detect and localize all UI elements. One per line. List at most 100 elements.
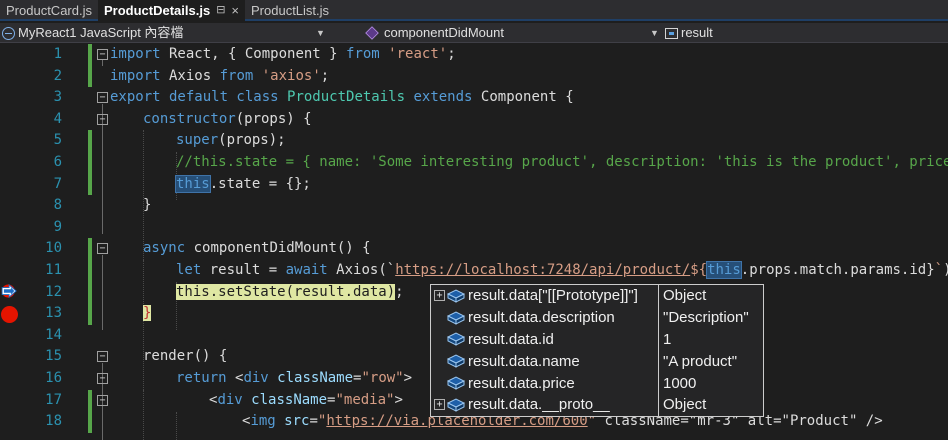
change-marker (88, 238, 92, 260)
code-line: 2 import Axios from 'axios'; (0, 65, 948, 88)
code-line: 4 − constructor(props) { (0, 109, 948, 131)
collapse-icon[interactable]: − (97, 113, 108, 125)
column-divider (658, 328, 659, 351)
code-text: export default class ProductDetails exte… (110, 89, 574, 106)
close-icon[interactable]: × (231, 0, 239, 21)
datatip-name: result.data.description (468, 309, 615, 327)
datatip-value[interactable]: Object (663, 287, 706, 304)
code-text: } (143, 303, 152, 325)
code-text: import React, { Component } from 'react'… (110, 46, 456, 62)
collapse-icon[interactable]: − (97, 351, 108, 363)
code-text: render() { (143, 348, 228, 365)
datatip-value[interactable]: Object (663, 396, 706, 413)
code-text: return <div className="row"> (176, 370, 413, 386)
method-icon (365, 26, 379, 40)
code-text: <div className="media"> (209, 391, 403, 408)
chevron-down-icon[interactable]: ▼ (316, 23, 325, 43)
field-icon (447, 376, 465, 390)
line-number: 4 (53, 110, 62, 127)
expand-icon[interactable]: + (434, 290, 445, 302)
code-line: 5 super(props); (0, 130, 948, 152)
field-dropdown[interactable]: result (665, 23, 713, 43)
tab-productcard[interactable]: ProductCard.js (0, 0, 98, 21)
collapse-icon[interactable]: − (97, 92, 108, 104)
breakpoint-icon[interactable] (1, 305, 18, 323)
highlighted-reference: this (175, 174, 211, 193)
datatip-row[interactable]: result.data.name "A product" (431, 350, 763, 373)
field-icon (447, 311, 465, 325)
line-number: 14 (45, 326, 62, 343)
code-line: 1 − import React, { Component } from 're… (0, 44, 948, 66)
current-statement-highlight: this.setState(result.data) (176, 283, 396, 300)
datatip-name: result.data.name (468, 352, 580, 370)
field-icon (447, 354, 465, 369)
line-number: 8 (53, 197, 62, 214)
line-number: 2 (53, 67, 62, 84)
column-divider (658, 306, 659, 329)
change-marker (88, 130, 92, 152)
datatip-value[interactable]: 1000 (663, 375, 696, 392)
column-divider (658, 393, 659, 416)
datatip-row[interactable]: result.data.price 1000 (431, 372, 763, 394)
datatip-value[interactable]: "A product" (663, 353, 737, 370)
code-text: import Axios from 'axios'; (110, 67, 330, 84)
pin-icon[interactable]: ⊟ (216, 0, 225, 21)
collapse-icon[interactable]: − (97, 394, 108, 406)
code-line: 8 } (0, 195, 948, 217)
tab-label: ProductDetails.js (103, 3, 211, 18)
line-number: 7 (53, 175, 62, 192)
datatip-row[interactable]: + result.data["[[Prototype]]"] Object (431, 285, 763, 307)
url-link[interactable]: https://localhost:7248/api/product/ (395, 262, 690, 278)
highlighted-reference: this (706, 261, 742, 279)
line-number: 1 (53, 46, 62, 62)
code-text: async componentDidMount() { (143, 240, 371, 257)
field-icon (665, 27, 678, 39)
line-number: 3 (53, 89, 62, 106)
collapse-icon[interactable]: − (97, 243, 108, 255)
current-statement-breakpoint-icon[interactable] (0, 284, 20, 298)
navigation-bar: MyReact1 JavaScript 內容檔 ▼ componentDidMo… (0, 23, 948, 43)
tab-label: ProductCard.js (6, 3, 92, 18)
datatip-row[interactable]: result.data.description "Description" (431, 306, 763, 329)
tab-productlist[interactable]: ProductList.js (245, 0, 335, 21)
line-number: 6 (53, 154, 62, 170)
column-divider (658, 372, 659, 394)
collapse-icon[interactable]: − (97, 373, 108, 384)
datatip-name: result.data.price (468, 374, 575, 392)
member-label: componentDidMount (384, 25, 504, 40)
change-marker (88, 389, 92, 412)
line-number: 11 (45, 262, 62, 278)
tab-label: ProductList.js (251, 3, 330, 18)
datatip-name: result.data.id (468, 330, 554, 348)
chevron-down-icon[interactable]: ▼ (650, 23, 659, 43)
change-marker (88, 411, 92, 433)
code-line: 3 − export default class ProductDetails … (0, 87, 948, 109)
datatip-name: result.data.__proto__ (468, 396, 610, 414)
collapse-icon[interactable]: − (97, 49, 108, 60)
change-marker (88, 44, 92, 66)
change-marker (88, 65, 92, 88)
field-icon (447, 289, 465, 303)
project-dropdown[interactable]: MyReact1 JavaScript 內容檔 (2, 23, 183, 43)
member-dropdown[interactable]: componentDidMount (365, 23, 504, 43)
datatip-row[interactable]: + result.data.__proto__ Object (431, 393, 763, 416)
brace-highlight: } (143, 305, 152, 322)
field-label: result (681, 25, 713, 40)
column-divider (658, 350, 659, 373)
datatip-name: result.data["[[Prototype]]"] (468, 287, 638, 305)
datatip-value[interactable]: 1 (663, 331, 671, 348)
code-line: 7 this.state = {}; (0, 173, 948, 196)
line-number: 10 (45, 240, 62, 257)
change-marker (88, 173, 92, 196)
line-number: 12 (45, 283, 62, 300)
datatip-value[interactable]: "Description" (663, 309, 749, 326)
code-line: 10 − async componentDidMount() { (0, 238, 948, 260)
tab-productdetails[interactable]: ProductDetails.js ⊟ × (97, 0, 245, 21)
code-line: 11 let result = await Axios(`https://loc… (0, 260, 948, 282)
line-number: 5 (53, 132, 62, 149)
project-icon (2, 26, 15, 40)
document-tab-bar: ProductCard.js ProductDetails.js ⊟ × Pro… (0, 0, 948, 21)
expand-icon[interactable]: + (434, 399, 445, 411)
datatip-row[interactable]: result.data.id 1 (431, 328, 763, 351)
line-number: 9 (53, 218, 62, 235)
